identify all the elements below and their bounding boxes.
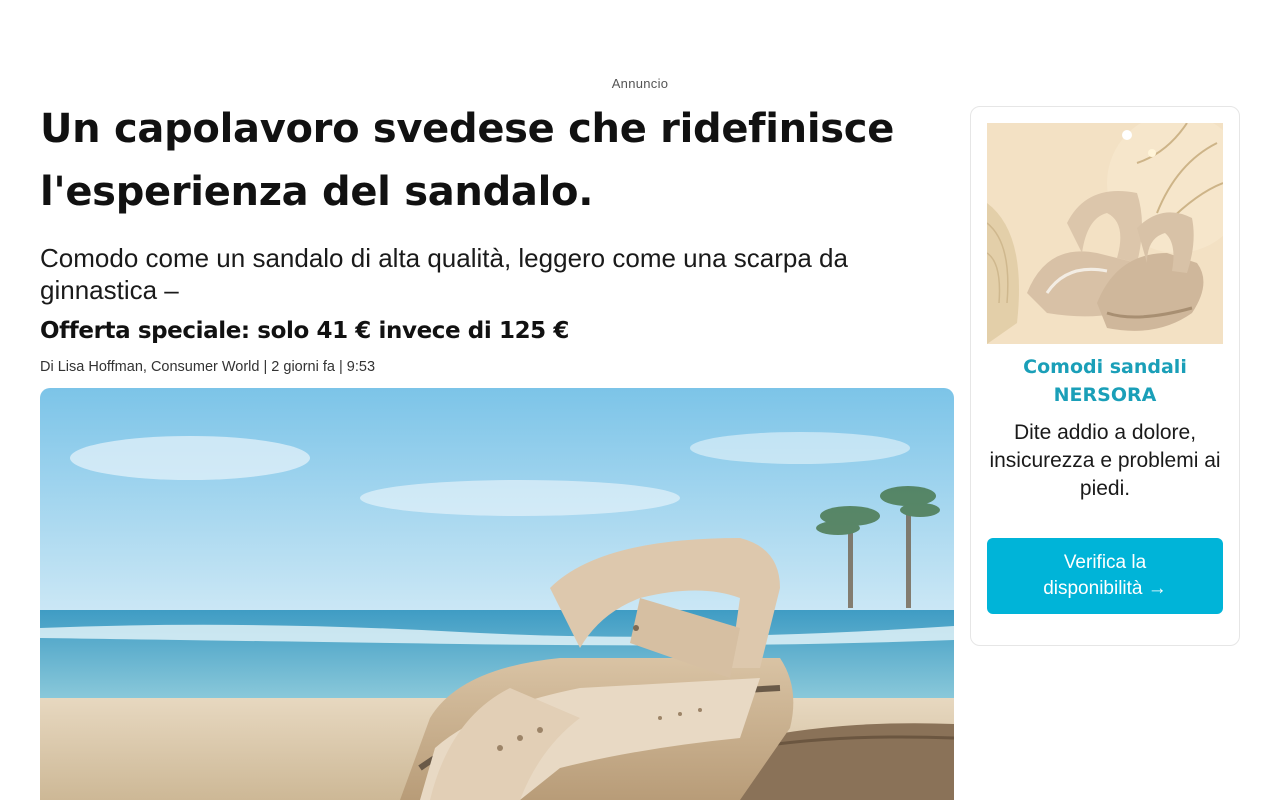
article-headline: Un capolavoro svedese che ridefinisce l'… (40, 106, 895, 215)
article-byline: Di Lisa Hoffman, Consumer World | 2 gior… (40, 359, 376, 375)
sidebar-description: Dite addio a dolore, insicurezza e probl… (989, 421, 1221, 500)
check-availability-button[interactable]: Verifica la disponibilità → (987, 538, 1223, 614)
sidebar-title: Comodi sandali NERSORA (1023, 356, 1187, 406)
article-subhead: Comodo come un sandalo di alta qualità, … (40, 243, 848, 305)
article-header: Un capolavoro svedese che ridefinisce l'… (40, 100, 954, 377)
hero-image (40, 388, 954, 800)
sidebar-ad-card[interactable]: Comodi sandali NERSORA Dite addio a dolo… (970, 106, 1240, 646)
special-offer: Offerta speciale: solo 41 € invece di 12… (40, 318, 569, 344)
ad-label: Annuncio (611, 76, 669, 91)
sidebar-product-image[interactable] (987, 123, 1223, 344)
